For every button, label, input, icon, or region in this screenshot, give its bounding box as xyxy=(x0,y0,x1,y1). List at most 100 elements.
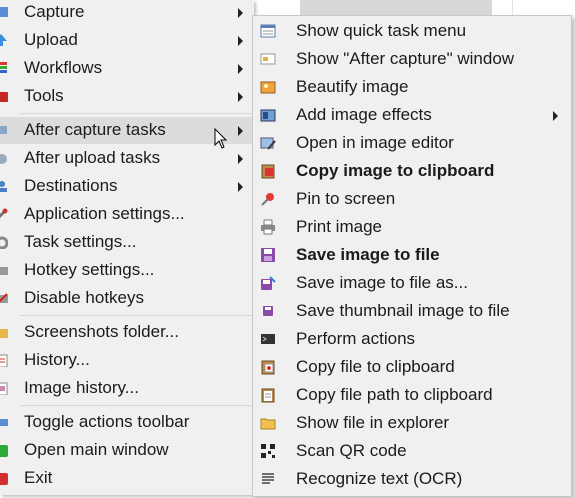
menu-item-label: Hotkey settings... xyxy=(24,260,155,279)
image-editor-icon xyxy=(260,135,276,151)
background-divider xyxy=(512,0,513,15)
save-icon xyxy=(260,247,276,263)
submenu-item-label: Copy file path to clipboard xyxy=(296,385,493,404)
chevron-right-icon xyxy=(238,154,243,164)
ocr-text-icon xyxy=(260,471,276,487)
submenu-item-copy-image-to-clipboard[interactable]: Copy image to clipboard xyxy=(253,158,571,185)
terminal-icon xyxy=(260,331,276,347)
menu-item-label: Upload xyxy=(24,30,78,49)
menu-item-label: Tools xyxy=(24,86,64,105)
menu-item-label: History... xyxy=(24,350,90,369)
submenu-item-open-in-image-editor[interactable]: Open in image editor xyxy=(253,130,571,157)
menu-item-task-settings[interactable]: Task settings... xyxy=(0,229,254,256)
image-history-icon xyxy=(0,380,9,396)
chevron-right-icon xyxy=(238,36,243,46)
destinations-icon xyxy=(0,178,9,194)
menu-item-history[interactable]: History... xyxy=(0,347,254,374)
submenu-item-recognize-text-ocr[interactable]: Recognize text (OCR) xyxy=(253,466,571,493)
after-upload-icon xyxy=(0,150,9,166)
chevron-right-icon xyxy=(238,92,243,102)
background-panel xyxy=(300,0,492,15)
submenu-item-label: Save thumbnail image to file xyxy=(296,301,510,320)
submenu-item-label: Show file in explorer xyxy=(296,413,450,432)
save-as-icon xyxy=(260,275,276,291)
pin-icon xyxy=(260,191,276,207)
submenu-item-label: Show quick task menu xyxy=(296,21,467,40)
toolbar-icon xyxy=(0,414,9,430)
folder-icon xyxy=(0,324,9,340)
menu-separator xyxy=(20,113,252,114)
submenu-item-label: Save image to file xyxy=(296,245,440,264)
after-capture-window-icon xyxy=(260,51,276,67)
submenu-item-show-after-capture-window[interactable]: Show "After capture" window xyxy=(253,46,571,73)
submenu-item-label: Recognize text (OCR) xyxy=(296,469,463,488)
chevron-right-icon xyxy=(238,64,243,74)
beautify-icon xyxy=(260,79,276,95)
tools-icon xyxy=(0,88,9,104)
upload-icon xyxy=(0,32,9,48)
submenu-item-add-image-effects[interactable]: Add image effects xyxy=(253,102,571,129)
menu-item-label: Task settings... xyxy=(24,232,137,251)
menu-item-label: Disable hotkeys xyxy=(24,288,145,307)
copy-path-icon xyxy=(260,387,276,403)
copy-file-icon xyxy=(260,359,276,375)
menu-item-screenshots-folder[interactable]: Screenshots folder... xyxy=(0,319,254,346)
submenu-item-print-image[interactable]: Print image xyxy=(253,214,571,241)
chevron-right-icon xyxy=(553,111,558,121)
menu-item-label: After upload tasks xyxy=(24,148,161,167)
disable-keyboard-icon xyxy=(0,290,9,306)
menu-item-label: Capture xyxy=(24,2,85,21)
menu-item-open-main-window[interactable]: Open main window xyxy=(0,437,254,464)
capture-icon xyxy=(0,4,9,20)
submenu-item-copy-file-path-to-clipboard[interactable]: Copy file path to clipboard xyxy=(253,382,571,409)
after-capture-icon xyxy=(0,122,9,138)
window-icon xyxy=(0,442,9,458)
chevron-right-icon xyxy=(238,182,243,192)
mouse-cursor-icon xyxy=(214,128,228,149)
submenu-item-pin-to-screen[interactable]: Pin to screen xyxy=(253,186,571,213)
exit-icon xyxy=(0,470,9,486)
menu-item-label: Workflows xyxy=(24,58,103,77)
menu-item-label: Open main window xyxy=(24,440,169,459)
image-effects-icon xyxy=(260,107,276,123)
submenu-item-save-image-to-file-as[interactable]: Save image to file as... xyxy=(253,270,571,297)
menu-item-tools[interactable]: Tools xyxy=(0,83,254,110)
wrench-icon xyxy=(0,206,9,222)
quick-task-menu-icon xyxy=(260,23,276,39)
menu-item-label: Image history... xyxy=(24,378,139,397)
submenu-item-label: Beautify image xyxy=(296,77,409,96)
submenu-item-show-file-in-explorer[interactable]: Show file in explorer xyxy=(253,410,571,437)
submenu-item-save-thumbnail-image-to-file[interactable]: Save thumbnail image to file xyxy=(253,298,571,325)
menu-item-capture[interactable]: Capture xyxy=(0,0,254,26)
menu-item-hotkey-settings[interactable]: Hotkey settings... xyxy=(0,257,254,284)
submenu-item-show-quick-task-menu[interactable]: Show quick task menu xyxy=(253,18,571,45)
menu-item-label: Application settings... xyxy=(24,204,185,223)
menu-item-label: After capture tasks xyxy=(24,120,166,139)
menu-item-exit[interactable]: Exit xyxy=(0,465,254,492)
menu-item-label: Screenshots folder... xyxy=(24,322,179,341)
menu-item-destinations[interactable]: Destinations xyxy=(0,173,254,200)
submenu-item-label: Perform actions xyxy=(296,329,416,348)
menu-item-image-history[interactable]: Image history... xyxy=(0,375,254,402)
submenu-item-label: Print image xyxy=(296,217,382,236)
menu-item-disable-hotkeys[interactable]: Disable hotkeys xyxy=(0,285,254,312)
menu-item-application-settings[interactable]: Application settings... xyxy=(0,201,254,228)
submenu-item-save-image-to-file[interactable]: Save image to file xyxy=(253,242,571,269)
menu-item-workflows[interactable]: Workflows xyxy=(0,55,254,82)
submenu-item-label: Scan QR code xyxy=(296,441,407,460)
submenu-item-label: Copy image to clipboard xyxy=(296,161,495,180)
submenu-item-label: Pin to screen xyxy=(296,189,396,208)
submenu-item-label: Add image effects xyxy=(296,105,432,124)
submenu-item-perform-actions[interactable]: Perform actions xyxy=(253,326,571,353)
submenu-item-label: Show "After capture" window xyxy=(296,49,515,68)
submenu-item-beautify-image[interactable]: Beautify image xyxy=(253,74,571,101)
menu-item-toggle-actions-toolbar[interactable]: Toggle actions toolbar xyxy=(0,409,254,436)
menu-item-upload[interactable]: Upload xyxy=(0,27,254,54)
submenu-item-scan-qr-code[interactable]: Scan QR code xyxy=(253,438,571,465)
gear-icon xyxy=(0,234,9,250)
history-icon xyxy=(0,352,9,368)
explorer-folder-icon xyxy=(260,415,276,431)
submenu-item-copy-file-to-clipboard[interactable]: Copy file to clipboard xyxy=(253,354,571,381)
submenu-item-label: Open in image editor xyxy=(296,133,454,152)
after-capture-tasks-submenu: Show quick task menu Show "After capture… xyxy=(252,15,572,497)
